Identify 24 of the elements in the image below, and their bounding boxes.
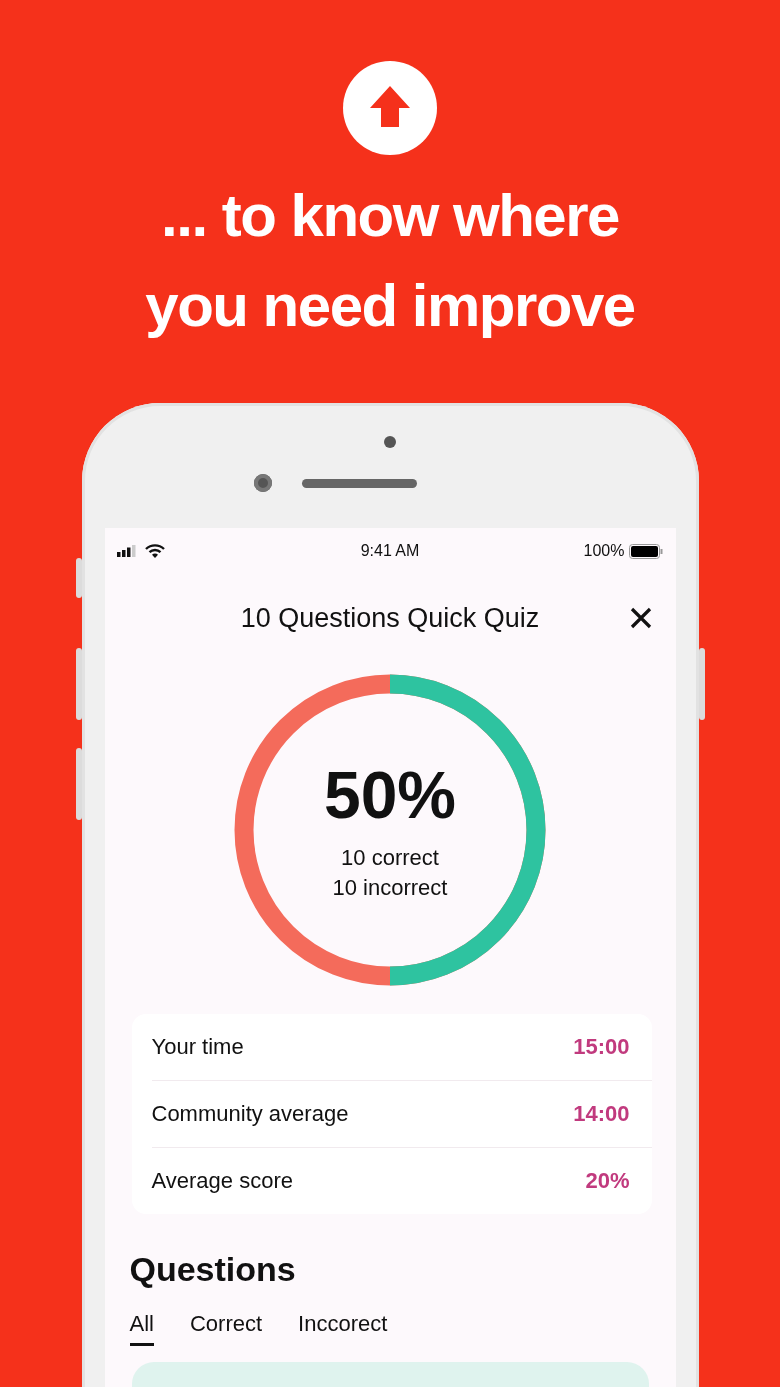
signal-icon	[116, 545, 137, 557]
quiz-title: 10 Questions Quick Quiz	[240, 602, 540, 634]
status-time: 9:41 AM	[360, 542, 420, 560]
filter-tab[interactable]: All	[129, 1311, 154, 1346]
headline: you need improve	[145, 271, 635, 341]
battery-icon	[629, 543, 664, 559]
sensor-dot	[384, 436, 396, 448]
filter-tab[interactable]: Inccorect	[298, 1311, 388, 1346]
stat-label: Your time	[151, 1034, 244, 1060]
incorrect-count: 10 incorrect	[332, 874, 448, 902]
filter-tab[interactable]: Correct	[189, 1311, 263, 1346]
wifi-icon	[144, 544, 165, 558]
section-heading: Questions	[129, 1250, 297, 1289]
close-icon[interactable]	[628, 606, 653, 630]
headline: ... to know where	[161, 181, 619, 251]
stat-label: Community average	[151, 1101, 349, 1127]
stat-value: 14:00	[573, 1101, 630, 1127]
correct-count: 10 correct	[341, 844, 439, 872]
score-percent: 50%	[323, 757, 457, 833]
stat-label: Average score	[151, 1168, 293, 1194]
battery-percent: 100%	[583, 542, 625, 560]
camera-icon	[253, 474, 272, 492]
stat-value: 15:00	[573, 1034, 630, 1060]
stat-value: 20%	[585, 1168, 630, 1194]
